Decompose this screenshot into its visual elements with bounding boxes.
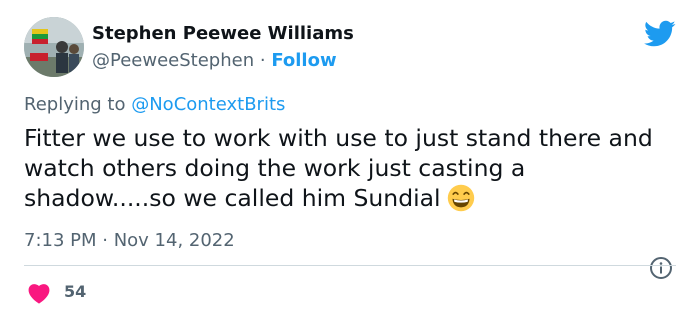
tweet-timestamp[interactable]: 7:13 PM · Nov 14, 2022 — [24, 230, 235, 251]
follow-button[interactable]: Follow — [271, 50, 336, 71]
author-handle-line: @PeeweeStephen · Follow — [92, 50, 337, 71]
like-count: 54 — [64, 282, 87, 301]
tweet-text: Fitter we use to work with use to just s… — [24, 124, 653, 212]
divider — [24, 265, 676, 266]
handle-separator: · — [259, 50, 266, 71]
twitter-bird-icon[interactable] — [644, 20, 676, 48]
tweet-body: Fitter we use to work with use to just s… — [24, 123, 684, 213]
heart-like-icon[interactable] — [26, 281, 52, 304]
info-icon[interactable] — [649, 256, 673, 280]
author-handle[interactable]: @PeeweeStephen — [92, 50, 254, 71]
author-display-name[interactable]: Stephen Peewee Williams — [92, 23, 354, 44]
avatar[interactable] — [24, 17, 84, 77]
replying-prefix: Replying to — [24, 94, 126, 115]
reply-mention-link[interactable]: @NoContextBrits — [131, 94, 285, 115]
replying-to: Replying to @NoContextBrits — [24, 94, 285, 115]
grinning-face-emoji-icon — [447, 184, 474, 212]
